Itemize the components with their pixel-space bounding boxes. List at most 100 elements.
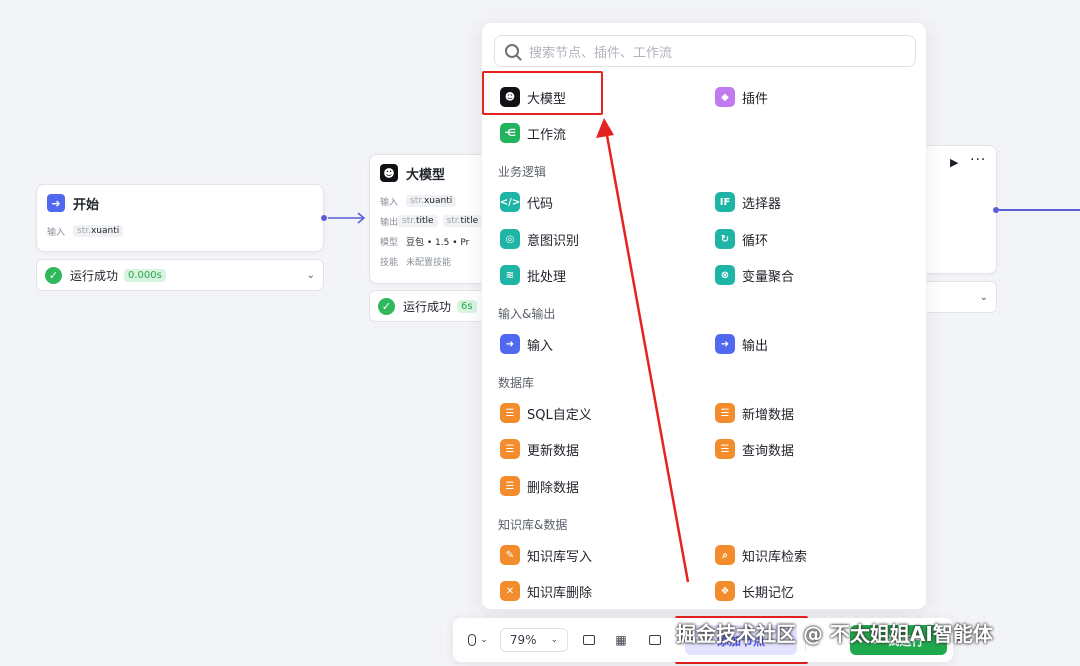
start-input-label: 输入 xyxy=(47,227,66,238)
node-item-label: 知识库写入 xyxy=(527,549,593,565)
mouse-icon xyxy=(468,634,477,646)
node-item-insert-data[interactable]: ☰ 新增数据 xyxy=(715,401,794,425)
batch-icon: ≋ xyxy=(500,265,520,285)
comment-icon xyxy=(583,635,595,645)
node-item-kb-search[interactable]: ⌕ 知识库检索 xyxy=(715,543,807,567)
node-item-sql[interactable]: ☰ SQL自定义 xyxy=(500,401,592,425)
node-item-label: 输入 xyxy=(527,338,554,354)
node-item-label: 新增数据 xyxy=(742,407,795,423)
plugin-icon: ◆ xyxy=(715,87,735,107)
knowledge-delete-icon: ✕ xyxy=(500,581,520,601)
node-item-label: 更新数据 xyxy=(527,443,580,459)
node-item-long-term-memory[interactable]: ❖ 长期记忆 xyxy=(715,579,794,603)
annotation-arrow xyxy=(596,118,690,583)
success-icon: ✓ xyxy=(378,297,395,315)
comment-button[interactable] xyxy=(577,628,601,652)
chevron-down-icon: ⌄ xyxy=(480,635,488,645)
node-item-variable-merge[interactable]: ⊗ 变量聚合 xyxy=(715,263,794,287)
node-item-query-data[interactable]: ☰ 查询数据 xyxy=(715,437,794,461)
llm-input-chip: str.xuanti xyxy=(406,195,457,207)
node-item-kb-delete[interactable]: ✕ 知识库删除 xyxy=(500,579,592,603)
knowledge-search-icon: ⌕ xyxy=(715,545,735,565)
success-icon: ✓ xyxy=(45,266,62,284)
search-input[interactable]: 搜索节点、插件、工作流 xyxy=(494,35,916,67)
more-icon[interactable]: ··· xyxy=(970,152,986,168)
llm-input-label: 输入 xyxy=(380,197,399,208)
node-item-label: SQL自定义 xyxy=(527,407,592,423)
watermark: 掘金技术社区 @ 不太姐姐AI智能体 xyxy=(676,622,993,646)
right-node[interactable]: ▶ ··· xyxy=(920,145,997,274)
node-item-intent[interactable]: ◎ 意图识别 xyxy=(500,227,579,251)
input-icon: ➜ xyxy=(500,334,520,354)
section-io: 输入&输出 xyxy=(498,307,556,321)
connector-right xyxy=(999,209,1080,211)
node-item-input[interactable]: ➜ 输入 xyxy=(500,332,553,356)
node-item-label: 工作流 xyxy=(527,127,567,143)
llm-icon: ☻ xyxy=(380,164,398,182)
mouse-mode-button[interactable]: ⌄ xyxy=(461,628,495,652)
node-item-label: 知识库检索 xyxy=(742,549,808,565)
database-update-icon: ☰ xyxy=(500,439,520,459)
section-database: 数据库 xyxy=(498,376,535,390)
node-item-loop[interactable]: ↻ 循环 xyxy=(715,227,768,251)
node-item-code[interactable]: </> 代码 xyxy=(500,190,553,214)
node-item-delete-data[interactable]: ☰ 删除数据 xyxy=(500,474,579,498)
start-node-title: 开始 xyxy=(73,197,100,213)
zoom-value: 79% xyxy=(509,633,537,647)
annotation-box-llm xyxy=(482,71,603,115)
node-item-label: 长期记忆 xyxy=(742,585,795,601)
node-item-label: 选择器 xyxy=(742,196,782,212)
grid-icon: ▦ xyxy=(615,633,627,647)
node-item-label: 意图识别 xyxy=(527,233,580,249)
node-item-label: 知识库删除 xyxy=(527,585,593,601)
database-add-icon: ☰ xyxy=(715,403,735,423)
node-item-label: 变量聚合 xyxy=(742,269,795,285)
if-icon: IF xyxy=(715,192,735,212)
start-input-chip: str.xuanti xyxy=(73,225,124,237)
llm-skill-label: 技能 xyxy=(380,257,399,268)
node-item-batch[interactable]: ≋ 批处理 xyxy=(500,263,566,287)
database-delete-icon: ☰ xyxy=(500,476,520,496)
intent-icon: ◎ xyxy=(500,229,520,249)
start-status[interactable]: ✓ 运行成功 0.000s ⌄ xyxy=(36,259,324,291)
node-item-kb-write[interactable]: ✎ 知识库写入 xyxy=(500,543,592,567)
database-query-icon: ☰ xyxy=(715,439,735,459)
llm-output-label: 输出 xyxy=(380,217,399,228)
start-node[interactable]: ➜ 开始 输入 str.xuanti xyxy=(36,184,324,252)
zoom-select[interactable]: 79% ⌄ xyxy=(500,628,568,652)
node-item-workflow[interactable]: ⋲ 工作流 xyxy=(500,121,566,145)
variable-merge-icon: ⊗ xyxy=(715,265,735,285)
llm-status[interactable]: ✓ 运行成功 6s xyxy=(369,290,489,322)
llm-node-title: 大模型 xyxy=(406,167,446,183)
llm-status-time: 6s xyxy=(457,299,477,313)
node-item-plugin[interactable]: ◆ 插件 xyxy=(715,85,768,109)
chevron-down-icon: ⌄ xyxy=(550,635,559,645)
llm-output-chip-2: str.title xyxy=(442,215,483,227)
node-item-output[interactable]: ➜ 输出 xyxy=(715,332,768,356)
node-item-label: 循环 xyxy=(742,233,769,249)
node-item-label: 批处理 xyxy=(527,269,567,285)
llm-skill-value: 未配置技能 xyxy=(406,257,452,268)
play-icon[interactable]: ▶ xyxy=(950,156,958,169)
node-item-update-data[interactable]: ☰ 更新数据 xyxy=(500,437,579,461)
node-item-label: 输出 xyxy=(742,338,769,354)
chevron-down-icon[interactable]: ⌄ xyxy=(307,270,315,281)
workflow-icon: ⋲ xyxy=(500,123,520,143)
llm-model-label: 模型 xyxy=(380,237,399,248)
node-item-label: 查询数据 xyxy=(742,443,795,459)
llm-output-chip-1: str.title xyxy=(398,215,438,227)
minimap-button[interactable] xyxy=(643,628,667,652)
start-status-text: 运行成功 xyxy=(70,268,119,283)
section-knowledge: 知识库&数据 xyxy=(498,518,568,532)
layout-button[interactable]: ▦ xyxy=(609,628,633,652)
llm-node[interactable]: ☻ 大模型 输入 str.xuanti 输出 str.title str.tit… xyxy=(369,154,489,284)
right-status[interactable]: ⌄ xyxy=(920,281,997,313)
node-item-selector[interactable]: IF 选择器 xyxy=(715,190,781,214)
search-icon xyxy=(505,44,519,58)
memory-icon: ❖ xyxy=(715,581,735,601)
start-icon: ➜ xyxy=(47,194,65,212)
connector-start-llm xyxy=(328,212,366,224)
search-placeholder: 搜索节点、插件、工作流 xyxy=(529,45,673,61)
chevron-down-icon[interactable]: ⌄ xyxy=(980,292,988,303)
knowledge-write-icon: ✎ xyxy=(500,545,520,565)
